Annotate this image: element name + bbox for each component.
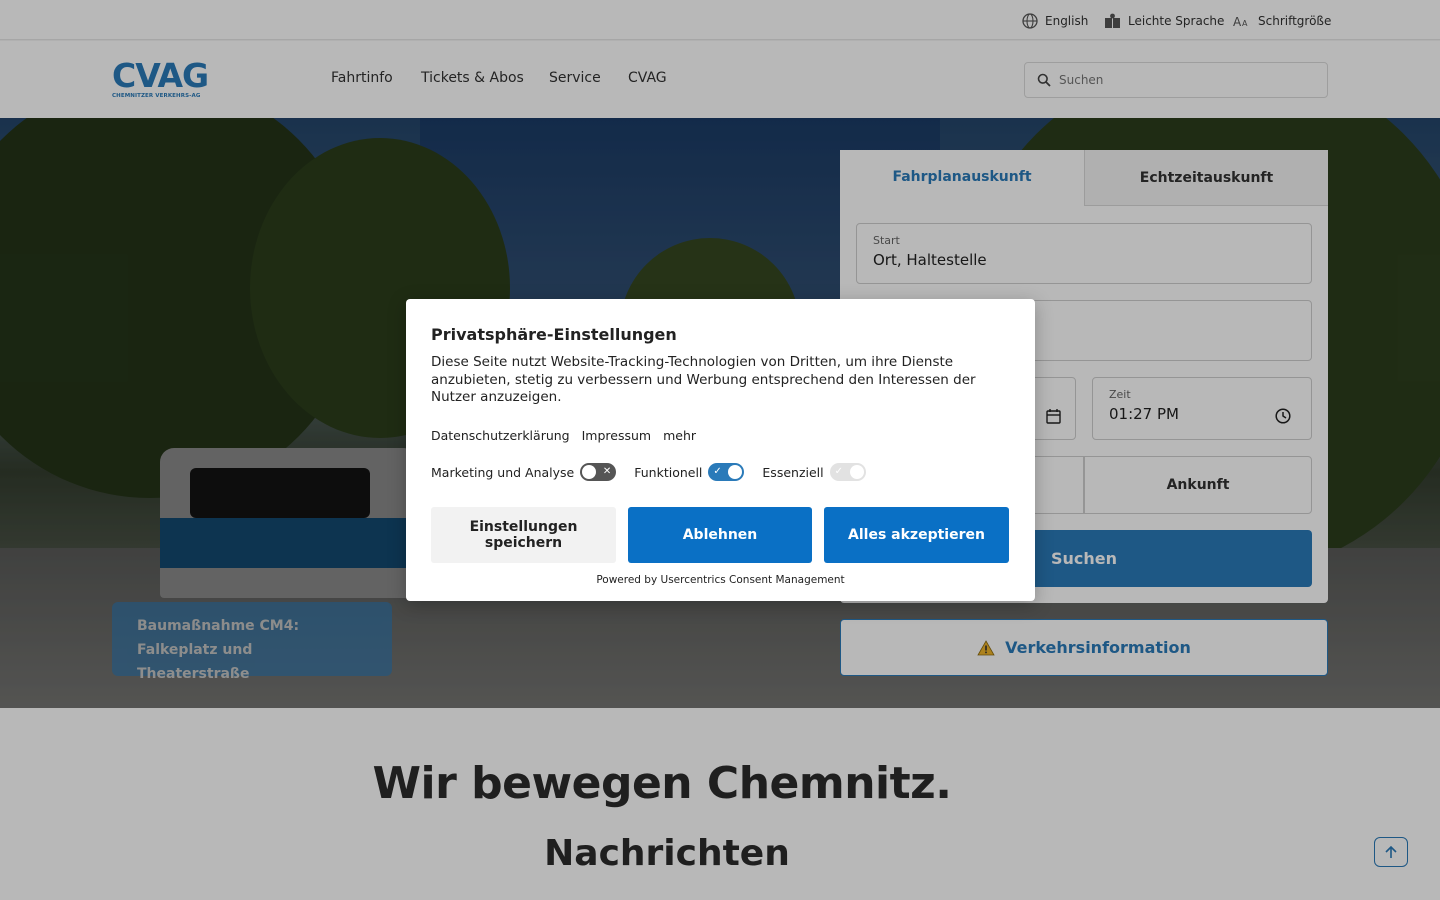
functional-toggle[interactable]: ✓ — [708, 463, 745, 481]
consent-title: Privatsphäre-Einstellungen — [431, 325, 677, 344]
consent-links: Datenschutzerklärung Impressum mehr — [431, 428, 708, 443]
functional-toggle-label: Funktionell — [634, 464, 703, 480]
toggle-knob — [728, 465, 743, 479]
powered-by-text: Powered by Usercentrics Consent Manageme… — [596, 574, 845, 586]
essential-toggle: ✓ — [829, 463, 866, 481]
consent-text: Diese Seite nutzt Website-Tracking-Techn… — [431, 354, 976, 405]
save-settings-button[interactable]: Einstellungen speichern — [431, 507, 616, 563]
close-icon: ✕ — [602, 466, 612, 477]
privacy-policy-link[interactable]: Datenschutzerklärung — [431, 428, 570, 443]
imprint-link[interactable]: Impressum — [582, 428, 651, 443]
consent-dialog: Privatsphäre-Einstellungen Diese Seite n… — [406, 299, 1035, 601]
marketing-toggle[interactable]: ✕ — [580, 463, 617, 481]
toggle-knob — [582, 465, 597, 479]
toggle-knob — [849, 465, 864, 479]
essential-toggle-label: Essenziell — [762, 464, 824, 480]
marketing-toggle-label: Marketing und Analyse — [431, 464, 575, 480]
more-link[interactable]: mehr — [663, 428, 696, 443]
check-icon: ✓ — [713, 466, 722, 477]
accept-all-button[interactable]: Alles akzeptieren — [824, 507, 1009, 563]
check-icon: ✓ — [834, 466, 844, 477]
consent-toggles: Marketing und Analyse ✕ Funktionell ✓ Es… — [431, 463, 884, 481]
deny-button[interactable]: Ablehnen — [628, 507, 812, 563]
